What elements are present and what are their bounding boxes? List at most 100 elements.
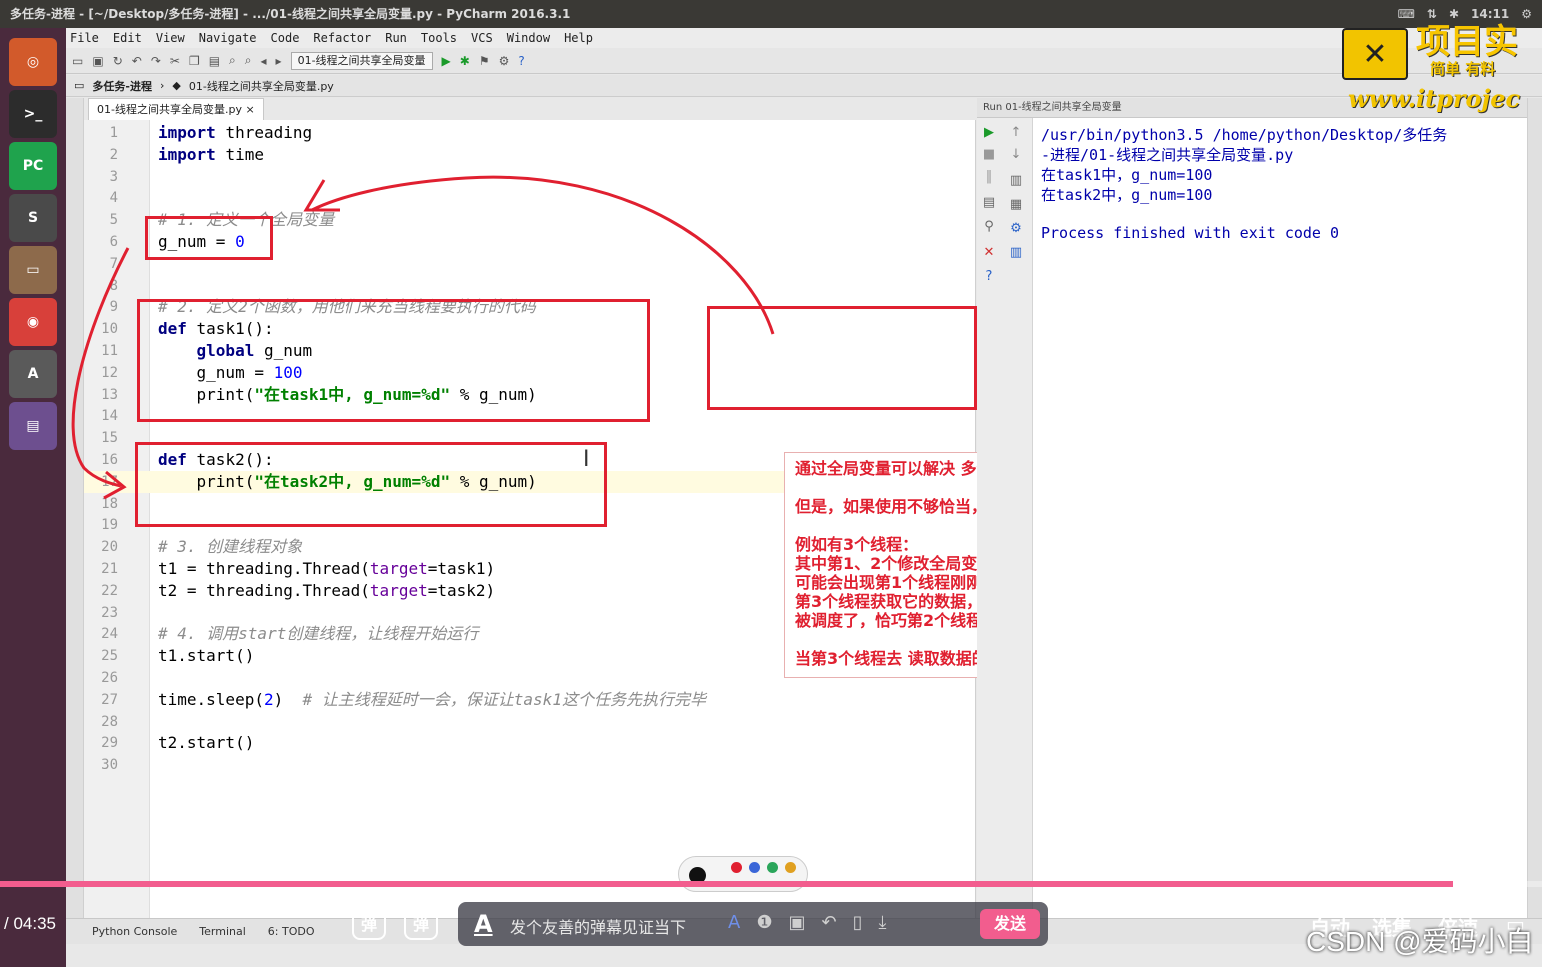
terminal-tab[interactable]: Terminal (199, 925, 246, 938)
help-icon[interactable]: ? (982, 270, 996, 284)
code-line[interactable]: 28 (84, 711, 976, 733)
code-line[interactable]: 30 (84, 754, 976, 776)
danmu-input[interactable]: 发个友善的弹幕见证当下 (510, 914, 686, 938)
replace-icon[interactable]: ⌕ (245, 53, 252, 68)
debug-icon[interactable]: ✱ (460, 54, 470, 68)
line-number: 27 (101, 691, 118, 708)
chrome-icon[interactable]: ◉ (9, 298, 57, 346)
danmu-style-icon[interactable]: A (474, 910, 493, 938)
redo-icon[interactable]: ↷ (151, 54, 161, 68)
breadcrumb-project[interactable]: 多任务-进程 (92, 78, 152, 94)
breadcrumb: ▭ 多任务-进程 › ◆ 01-线程之间共享全局变量.py (66, 75, 1542, 97)
menu-item-vcs[interactable]: VCS (471, 31, 493, 45)
menu-item-refactor[interactable]: Refactor (313, 31, 371, 45)
code-line[interactable]: 27 time.sleep(2) # 让主线程延时一会，保证让task1这个任务先… (84, 689, 976, 711)
save-icon[interactable]: ▯ (853, 912, 863, 933)
unity-launcher: ◎ >_ PC S ▭ ◉ A ▤ (0, 28, 66, 967)
code-line[interactable]: 1 import threading (84, 122, 976, 144)
sync-icon[interactable]: ↻ (113, 54, 123, 68)
wrap-icon[interactable]: ▥ (1009, 174, 1023, 188)
color-dot-blue[interactable] (749, 862, 760, 873)
terminal-icon[interactable]: >_ (9, 90, 57, 138)
save-icon[interactable]: ▣ (92, 54, 103, 68)
menu-item-tools[interactable]: Tools (421, 31, 457, 45)
code-line[interactable]: 8 (84, 275, 976, 297)
danmu-toggle-button[interactable]: 弹 (352, 906, 386, 940)
editor-tab[interactable]: 01-线程之间共享全局变量.py × (88, 98, 264, 120)
menu-item-edit[interactable]: Edit (113, 31, 142, 45)
menu-item-code[interactable]: Code (271, 31, 300, 45)
keyboard-icon[interactable]: ⌨ (1398, 0, 1415, 28)
settings-icon[interactable]: ⚙ (1521, 0, 1532, 28)
csdn-watermark: CSDN @爱码小白 (1306, 926, 1534, 957)
coverage-icon[interactable]: ⚑ (479, 54, 490, 68)
settings-icon[interactable]: ⚙ (1009, 222, 1023, 236)
send-button[interactable]: 发送 (980, 909, 1040, 939)
run-icon[interactable]: ▶ (442, 54, 451, 68)
python-console-tab[interactable]: Python Console (92, 925, 177, 938)
menu-item-help[interactable]: Help (564, 31, 593, 45)
software-updater-icon[interactable]: A (9, 350, 57, 398)
open-icon[interactable]: ▭ (72, 54, 83, 68)
line-number: 8 (109, 277, 118, 294)
settings-icon[interactable]: ⚙ (499, 54, 510, 68)
undo-icon[interactable]: ↶ (821, 912, 836, 933)
rerun-icon[interactable]: ▶ (982, 126, 996, 140)
menu-item-window[interactable]: Window (507, 31, 550, 45)
copy-icon[interactable]: ❐ (189, 54, 200, 68)
menu-item-run[interactable]: Run (385, 31, 407, 45)
code-line[interactable]: 2 import time (84, 144, 976, 166)
menu-item-file[interactable]: File (70, 31, 99, 45)
code-line[interactable]: 3 (84, 166, 976, 188)
line-number: 1 (109, 125, 118, 141)
print-icon[interactable]: ▦ (1009, 198, 1023, 212)
back-icon[interactable]: ◂ (261, 54, 267, 68)
run-config-select[interactable]: 01-线程之间共享全局变量 (290, 51, 433, 70)
undo-icon[interactable]: ↶ (132, 54, 142, 68)
sublime-icon[interactable]: S (9, 194, 57, 242)
stop-icon[interactable]: ■ (982, 148, 996, 162)
code-line[interactable]: 29 t2.start() (84, 732, 976, 754)
box-icon[interactable]: ▣ (788, 912, 805, 933)
menu-item-view[interactable]: View (156, 31, 185, 45)
pause-icon[interactable]: ‖ (982, 170, 996, 184)
find-icon[interactable]: ⌕ (229, 53, 236, 68)
cut-icon[interactable]: ✂ (170, 54, 180, 68)
highlight-box-task1 (137, 299, 650, 422)
help-icon[interactable]: ? (518, 54, 524, 68)
todo-tab[interactable]: 6: TODO (268, 925, 315, 938)
run-console-output[interactable]: /usr/bin/python3.5 /home/python/Desktop/… (1033, 118, 1527, 918)
pin-icon[interactable]: ⚲ (982, 220, 996, 234)
workspace-icon[interactable]: ▤ (9, 402, 57, 450)
line-number: 18 (101, 495, 118, 512)
trash-icon[interactable]: ▥ (1009, 246, 1023, 260)
video-progress-bar[interactable] (0, 881, 1542, 887)
font-icon[interactable]: A (728, 912, 740, 933)
line-number: 25 (101, 648, 118, 665)
code-token: # 3. 创建线程对象 (158, 537, 303, 557)
danmu-settings-button[interactable]: 弹 (404, 906, 438, 940)
code-text: # 3. 创建线程对象 (158, 536, 302, 558)
color-dot-green[interactable] (767, 862, 778, 873)
watermark-title: 项目实 (1416, 22, 1518, 62)
line-number: 30 (101, 757, 118, 774)
scroll-down-icon[interactable]: ↓ (1009, 148, 1023, 162)
code-line[interactable]: 4 (84, 187, 976, 209)
files-icon[interactable]: ▭ (9, 246, 57, 294)
breadcrumb-file[interactable]: 01-线程之间共享全局变量.py (189, 78, 334, 94)
close-icon[interactable]: ✕ (982, 246, 996, 260)
folder-icon: ▭ (74, 79, 85, 92)
layout-icon[interactable]: ▤ (982, 196, 996, 210)
pycharm-icon[interactable]: PC (9, 142, 57, 190)
forward-icon[interactable]: ▸ (276, 54, 282, 68)
menu-item-navigate[interactable]: Navigate (199, 31, 257, 45)
window-title-bar: 多任务-进程 - [~/Desktop/多任务-进程] - .../01-线程之… (0, 0, 1542, 28)
color-dot-red[interactable] (731, 862, 742, 873)
ubuntu-dash-icon[interactable]: ◎ (9, 38, 57, 86)
paste-icon[interactable]: ▤ (209, 54, 220, 68)
scroll-up-icon[interactable]: ↑ (1009, 126, 1023, 140)
color-dot-orange[interactable] (785, 862, 796, 873)
download-icon[interactable]: ⤓ (878, 912, 886, 933)
code-token: =task1) (427, 559, 496, 578)
info-icon[interactable]: ❶ (756, 912, 772, 933)
